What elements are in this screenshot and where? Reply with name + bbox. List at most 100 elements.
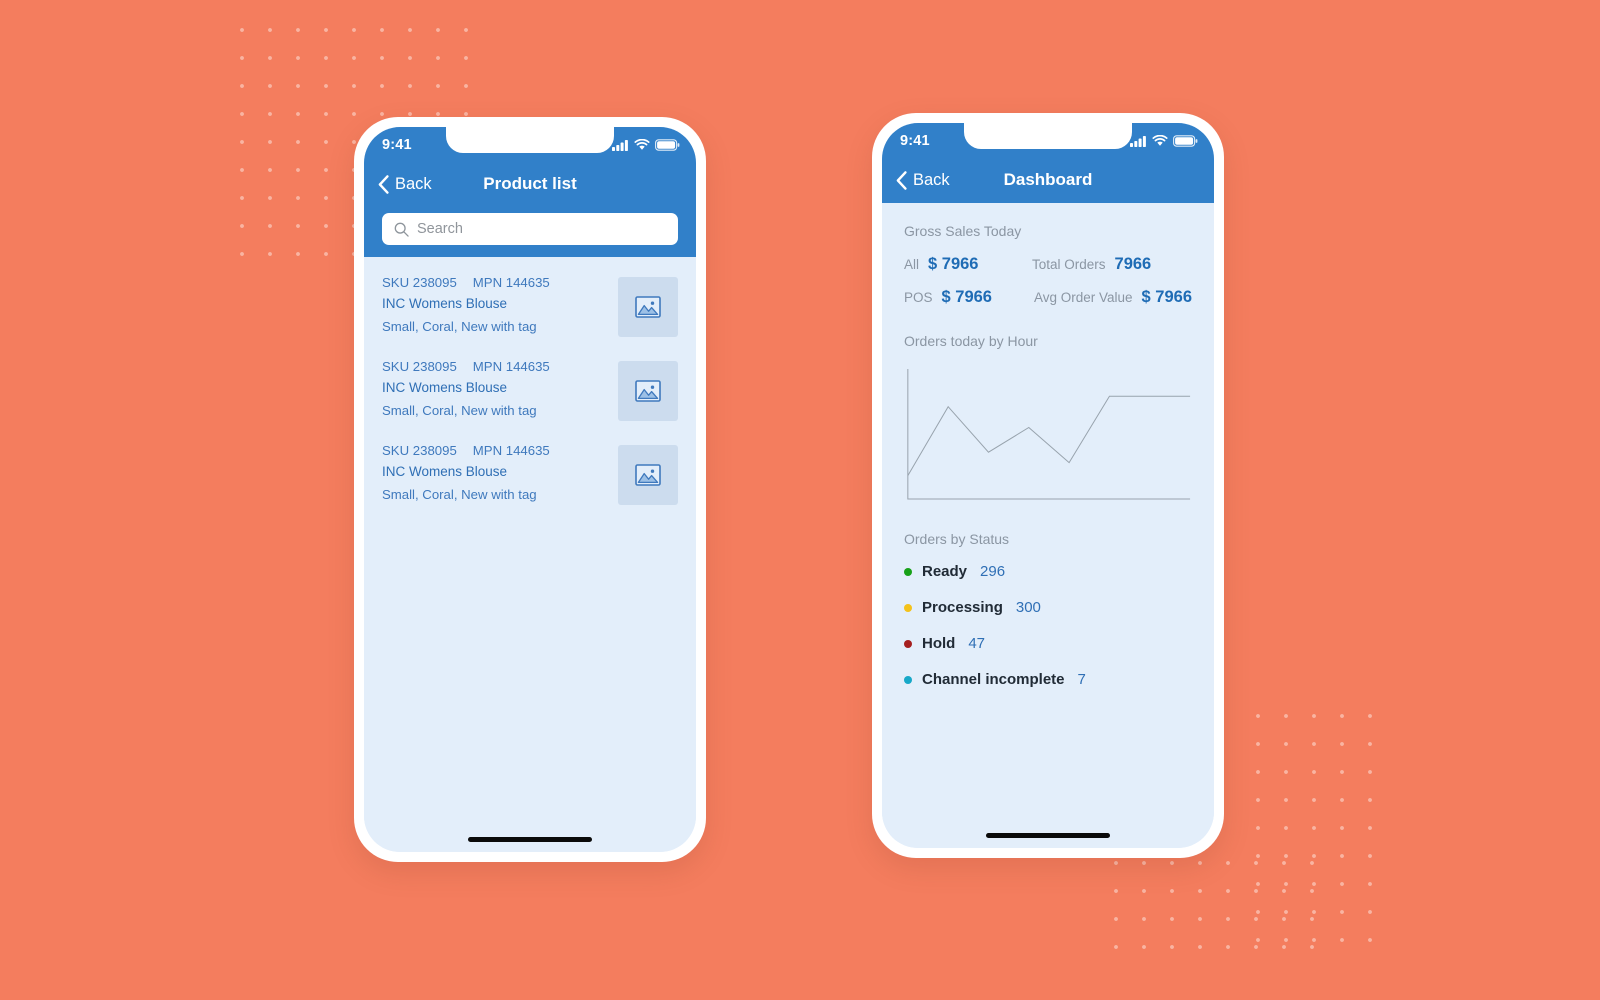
product-name: INC Womens Blouse <box>382 296 508 311</box>
decorative-dot-pattern-bottom-middle <box>1098 845 1328 961</box>
status-dot-hold <box>904 639 912 648</box>
chart-line-series <box>908 396 1190 475</box>
battery-icon <box>1173 135 1198 147</box>
battery-icon <box>655 139 680 151</box>
dashboard-body: Gross Sales Today All $ 7966 Total Order… <box>882 203 1214 688</box>
status-count: 47 <box>968 635 986 652</box>
status-dot-processing <box>904 603 912 612</box>
device-notch <box>446 127 614 153</box>
product-codes: SKU 238095 MPN 144635 <box>382 275 618 290</box>
wifi-icon <box>1152 135 1168 146</box>
orders-by-hour-chart <box>904 365 1192 505</box>
product-attributes: Small, Coral, New with tag <box>382 403 537 418</box>
product-mpn: MPN 144635 <box>472 275 550 290</box>
metrics-grid: All $ 7966 Total Orders 7966 POS $ 7966 … <box>904 255 1192 307</box>
gross-sales-title: Gross Sales Today <box>904 223 1022 239</box>
back-button-label: Back <box>395 174 432 193</box>
status-dot-channel-incomplete <box>904 675 912 684</box>
back-button[interactable]: Back <box>378 175 432 194</box>
product-list-item[interactable]: SKU 238095 MPN 144635 INC Womens Blouse … <box>364 263 696 347</box>
orders-by-status-title: Orders by Status <box>904 531 1010 547</box>
back-button-label: Back <box>913 170 950 189</box>
phone-mockup-dashboard: 9:41 Back Dashboard Gross Sales Today Al… <box>872 113 1224 858</box>
status-dot-ready <box>904 567 912 576</box>
product-info: SKU 238095 MPN 144635 INC Womens Blouse … <box>382 443 618 502</box>
product-sku: SKU 238095 <box>382 443 457 458</box>
nav-bar-dashboard: Back Dashboard <box>882 159 1214 201</box>
orders-chart-title: Orders today by Hour <box>904 333 1038 349</box>
product-attributes: Small, Coral, New with tag <box>382 487 537 502</box>
metric-value: $ 7966 <box>1141 288 1192 306</box>
screen-product-list: 9:41 Back Product list Search SKU 238095… <box>364 127 696 852</box>
product-list: SKU 238095 MPN 144635 INC Womens Blouse … <box>364 257 696 515</box>
status-row-processing[interactable]: Processing 300 <box>904 599 1192 616</box>
metric-value: $ 7966 <box>928 255 979 273</box>
home-indicator[interactable] <box>468 837 592 842</box>
status-label: Ready <box>922 563 968 580</box>
status-bar-time: 9:41 <box>382 137 412 153</box>
top-bar-product-list: 9:41 Back Product list <box>364 127 696 207</box>
back-button[interactable]: Back <box>896 171 950 190</box>
device-notch <box>964 123 1132 149</box>
status-label: Hold <box>922 635 956 652</box>
product-thumbnail[interactable] <box>618 277 678 337</box>
product-thumbnail[interactable] <box>618 445 678 505</box>
image-placeholder-icon <box>635 296 661 318</box>
product-sku: SKU 238095 <box>382 359 457 374</box>
status-bar-time: 9:41 <box>900 133 930 149</box>
orders-by-status-list: Ready 296 Processing 300 Hold 47 Channel… <box>904 563 1192 688</box>
image-placeholder-icon <box>635 380 661 402</box>
metric-label: All <box>904 257 920 272</box>
metric-label: Avg Order Value <box>1033 290 1133 305</box>
line-chart-svg <box>904 365 1192 505</box>
product-list-content: SKU 238095 MPN 144635 INC Womens Blouse … <box>364 257 696 852</box>
wifi-icon <box>634 139 650 150</box>
phone-mockup-product-list: 9:41 Back Product list Search SKU 238095… <box>354 117 706 862</box>
status-row-hold[interactable]: Hold 47 <box>904 635 1192 652</box>
metric-label: POS <box>904 290 933 305</box>
top-bar-dashboard: 9:41 Back Dashboard <box>882 123 1214 203</box>
product-mpn: MPN 144635 <box>472 359 550 374</box>
chevron-left-icon <box>378 174 389 194</box>
metric-total-orders: Total Orders 7966 <box>1032 255 1192 274</box>
metric-label: Total Orders <box>1032 257 1106 272</box>
metric-value: $ 7966 <box>941 288 992 306</box>
image-placeholder-icon <box>635 464 661 486</box>
product-codes: SKU 238095 MPN 144635 <box>382 443 618 458</box>
product-name: INC Womens Blouse <box>382 380 508 395</box>
status-label: Processing <box>922 599 1003 616</box>
product-sku: SKU 238095 <box>382 275 457 290</box>
status-count: 296 <box>980 563 1006 580</box>
product-codes: SKU 238095 MPN 144635 <box>382 359 618 374</box>
nav-bar-product-list: Back Product list <box>364 163 696 205</box>
status-count: 300 <box>1015 599 1041 616</box>
search-icon <box>394 222 409 237</box>
status-count: 7 <box>1077 671 1086 688</box>
metric-avg-order-value: Avg Order Value $ 7966 <box>1032 288 1192 307</box>
search-box[interactable] <box>382 213 678 245</box>
metric-value: 7966 <box>1114 255 1152 273</box>
product-thumbnail[interactable] <box>618 361 678 421</box>
metric-pos: POS $ 7966 <box>904 288 1032 307</box>
product-info: SKU 238095 MPN 144635 INC Womens Blouse … <box>382 359 618 418</box>
chart-axes <box>908 369 1190 499</box>
decorative-dot-pattern-bottom-right <box>1240 698 1388 956</box>
product-attributes: Small, Coral, New with tag <box>382 319 537 334</box>
status-row-ready[interactable]: Ready 296 <box>904 563 1192 580</box>
signal-icon <box>1130 136 1146 147</box>
product-info: SKU 238095 MPN 144635 INC Womens Blouse … <box>382 275 618 334</box>
dashboard-content: Gross Sales Today All $ 7966 Total Order… <box>882 203 1214 848</box>
home-indicator[interactable] <box>986 833 1110 838</box>
product-name: INC Womens Blouse <box>382 464 508 479</box>
product-list-item[interactable]: SKU 238095 MPN 144635 INC Womens Blouse … <box>364 347 696 431</box>
screen-dashboard: 9:41 Back Dashboard Gross Sales Today Al… <box>882 123 1214 848</box>
metric-all: All $ 7966 <box>904 255 1032 274</box>
chevron-left-icon <box>896 170 907 190</box>
product-mpn: MPN 144635 <box>472 443 550 458</box>
signal-icon <box>612 140 628 151</box>
status-bar-icons <box>1130 135 1198 147</box>
search-input[interactable] <box>417 213 666 245</box>
status-bar-icons <box>612 139 680 151</box>
status-row-channel-incomplete[interactable]: Channel incomplete 7 <box>904 671 1192 688</box>
product-list-item[interactable]: SKU 238095 MPN 144635 INC Womens Blouse … <box>364 431 696 515</box>
